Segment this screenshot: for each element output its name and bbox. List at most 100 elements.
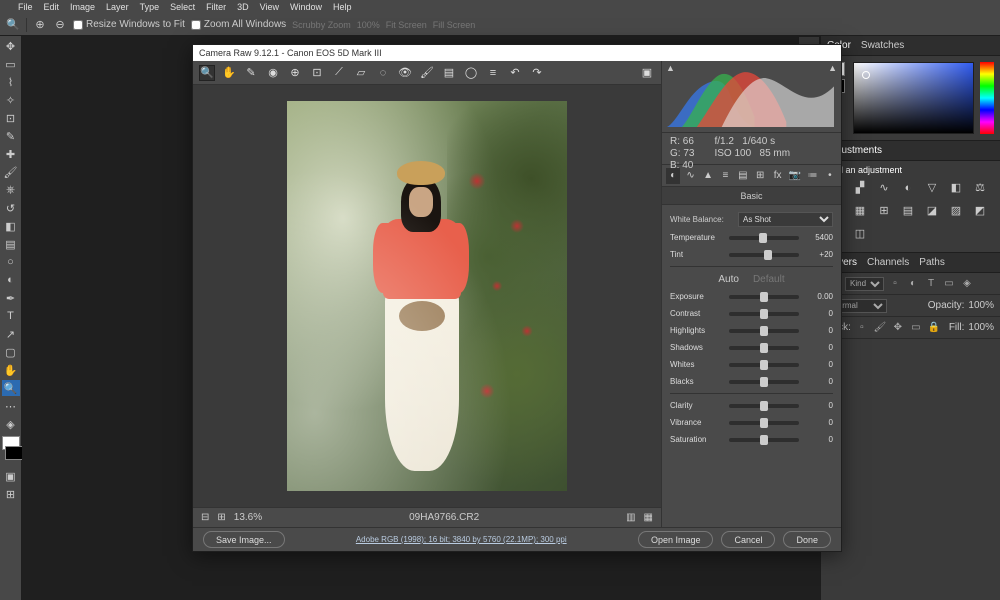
adj-exposure-icon[interactable]: ◐: [899, 179, 917, 196]
open-image-button[interactable]: Open Image: [638, 531, 714, 548]
slider-exposure[interactable]: [729, 295, 799, 299]
shape-tool-icon[interactable]: ▢: [2, 344, 20, 360]
cr-wb-icon[interactable]: ✎: [243, 65, 259, 81]
filter-adj-icon[interactable]: ◐: [906, 277, 920, 291]
eyedropper-tool-icon[interactable]: ✎: [2, 128, 20, 144]
slider-saturation[interactable]: [729, 438, 799, 442]
menu-image[interactable]: Image: [70, 2, 95, 12]
menu-edit[interactable]: Edit: [44, 2, 60, 12]
path-tool-icon[interactable]: ↗: [2, 326, 20, 342]
adj-select-icon[interactable]: ◫: [851, 225, 869, 242]
slider-highlights[interactable]: [729, 329, 799, 333]
tab-basic-icon[interactable]: ◐: [666, 168, 680, 184]
adj-colorbal-icon[interactable]: ⚖: [971, 179, 989, 196]
slider-value[interactable]: 0: [803, 360, 833, 369]
tab-snapshot-icon[interactable]: •: [823, 168, 837, 184]
slider-value[interactable]: 0: [803, 401, 833, 410]
text-tool-icon[interactable]: T: [2, 308, 20, 324]
filter-kind-select[interactable]: Kind: [845, 277, 884, 291]
lock-trans-icon[interactable]: ▫: [855, 321, 869, 335]
cr-straighten-icon[interactable]: ⟋: [331, 65, 347, 81]
zoom-tool-active-icon[interactable]: 🔍: [2, 380, 20, 396]
adj-vibrance-icon[interactable]: ▽: [923, 179, 941, 196]
filter-type-icon[interactable]: T: [924, 277, 938, 291]
cr-hand-icon[interactable]: ✋: [221, 65, 237, 81]
tab-lens-icon[interactable]: ⊞: [753, 168, 767, 184]
move-tool-icon[interactable]: ✥: [2, 38, 20, 54]
filter-smart-icon[interactable]: ◈: [960, 277, 974, 291]
zoom-minus-icon[interactable]: ⊟: [201, 512, 209, 523]
slider-value[interactable]: 0: [803, 435, 833, 444]
tab-camera-icon[interactable]: 📷: [788, 168, 802, 184]
slider-clarity[interactable]: [729, 404, 799, 408]
shadow-clip-icon[interactable]: ▲: [666, 63, 675, 73]
cr-prefs-icon[interactable]: ≡: [485, 65, 501, 81]
slider-value[interactable]: 0: [803, 343, 833, 352]
lock-all-icon[interactable]: 🔒: [927, 321, 941, 335]
adj-invert-icon[interactable]: ◪: [923, 202, 941, 219]
lock-pos-icon[interactable]: ✥: [891, 321, 905, 335]
zoom-all-check[interactable]: Zoom All Windows: [191, 19, 286, 30]
cr-grid-icon[interactable]: ▦: [644, 512, 653, 523]
more-tools-icon[interactable]: ⋯: [2, 398, 20, 414]
tab-detail-icon[interactable]: ▲: [701, 168, 715, 184]
slider-blacks[interactable]: [729, 380, 799, 384]
menu-type[interactable]: Type: [140, 2, 160, 12]
adj-levels-icon[interactable]: ▞: [851, 179, 869, 196]
slider-temperature[interactable]: [729, 236, 799, 240]
done-button[interactable]: Done: [783, 531, 831, 548]
slider-value[interactable]: 0.00: [803, 292, 833, 301]
slider-vibrance[interactable]: [729, 421, 799, 425]
zoom-100[interactable]: 100%: [357, 20, 380, 30]
adj-thresh-icon[interactable]: ◩: [971, 202, 989, 219]
adj-photo-icon[interactable]: ▦: [851, 202, 869, 219]
slider-tint[interactable]: [729, 253, 799, 257]
default-link[interactable]: Default: [753, 274, 785, 285]
filter-pixel-icon[interactable]: ▫: [888, 277, 902, 291]
preview-area[interactable]: [193, 85, 661, 507]
tab-paths[interactable]: Paths: [919, 257, 945, 268]
auto-link[interactable]: Auto: [718, 274, 739, 285]
save-image-button[interactable]: Save Image...: [203, 531, 285, 548]
brush-tool-icon[interactable]: 🖌: [2, 164, 20, 180]
pen-tool-icon[interactable]: ✒: [2, 290, 20, 306]
background-color[interactable]: [5, 446, 23, 460]
slider-value[interactable]: 0: [803, 418, 833, 427]
adj-post-icon[interactable]: ▨: [947, 202, 965, 219]
cr-crop-icon[interactable]: ⊡: [309, 65, 325, 81]
workflow-link[interactable]: Adobe RGB (1998); 16 bit; 3840 by 5760 (…: [356, 535, 567, 544]
zoom-in-icon[interactable]: ⊕: [33, 18, 47, 32]
fill-value[interactable]: 100%: [968, 322, 994, 333]
eraser-tool-icon[interactable]: ◧: [2, 218, 20, 234]
opacity-value[interactable]: 100%: [968, 300, 994, 311]
screenmode-icon[interactable]: ⊞: [2, 486, 20, 502]
menu-3d[interactable]: 3D: [237, 2, 249, 12]
tab-swatches[interactable]: Swatches: [861, 40, 904, 51]
cr-spot-icon[interactable]: ◌: [375, 65, 391, 81]
marquee-tool-icon[interactable]: ▭: [2, 56, 20, 72]
quickmask-icon[interactable]: ▣: [2, 468, 20, 484]
zoom-out-icon[interactable]: ⊖: [53, 18, 67, 32]
adj-curves-icon[interactable]: ∿: [875, 179, 893, 196]
tab-curve-icon[interactable]: ∿: [683, 168, 697, 184]
cr-transform-icon[interactable]: ▱: [353, 65, 369, 81]
slider-value[interactable]: 0: [803, 326, 833, 335]
heal-tool-icon[interactable]: ✚: [2, 146, 20, 162]
menu-file[interactable]: File: [18, 2, 33, 12]
cr-filmstrip-icon[interactable]: ▥: [626, 512, 635, 523]
menu-layer[interactable]: Layer: [106, 2, 129, 12]
cr-adjbrush-icon[interactable]: 🖌: [419, 65, 435, 81]
adj-hue-icon[interactable]: ◧: [947, 179, 965, 196]
color-field[interactable]: [853, 62, 974, 134]
resize-windows-check[interactable]: Resize Windows to Fit: [73, 19, 185, 30]
menu-select[interactable]: Select: [170, 2, 195, 12]
history-brush-icon[interactable]: ↺: [2, 200, 20, 216]
fit-screen[interactable]: Fit Screen: [386, 20, 427, 30]
menu-filter[interactable]: Filter: [206, 2, 226, 12]
menu-help[interactable]: Help: [333, 2, 352, 12]
hand-tool-icon[interactable]: ✋: [2, 362, 20, 378]
tab-presets-icon[interactable]: ≔: [805, 168, 819, 184]
tab-hsl-icon[interactable]: ≡: [718, 168, 732, 184]
hue-slider[interactable]: [980, 62, 994, 134]
cr-rotate-r-icon[interactable]: ↷: [529, 65, 545, 81]
